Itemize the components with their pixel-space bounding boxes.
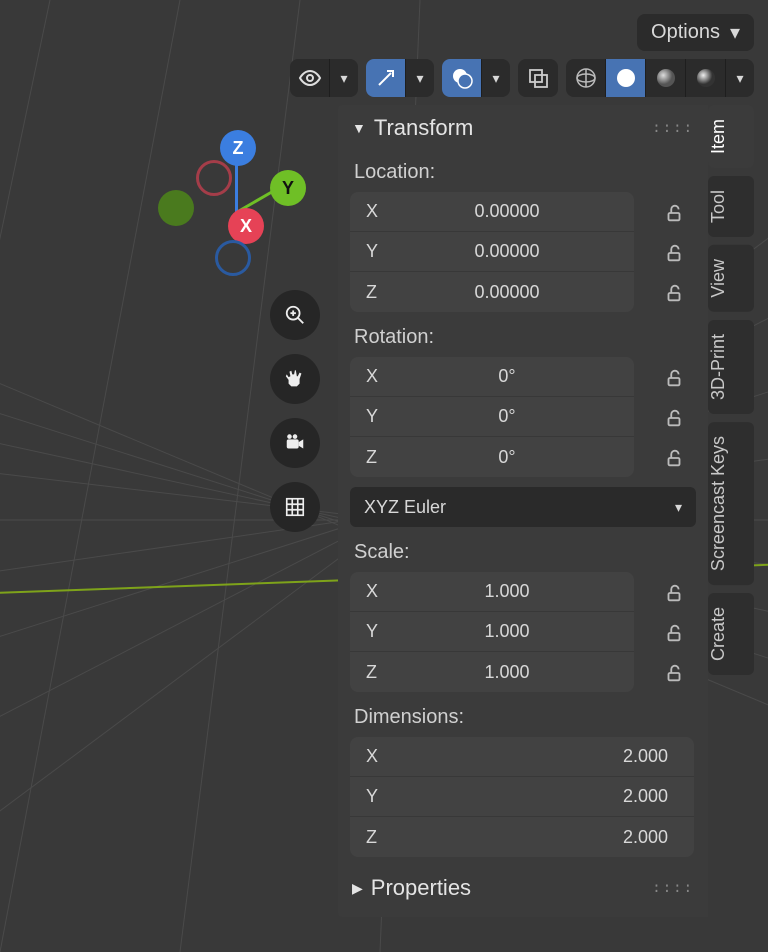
location-y-field[interactable]: Y 0.00000 [350, 232, 634, 272]
lock-location-z[interactable] [654, 273, 694, 313]
rotation-label: Rotation: [338, 316, 708, 357]
gizmo-chevron[interactable] [406, 59, 434, 97]
xray-toggle[interactable] [518, 59, 558, 97]
dimensions-x-field[interactable]: X 2.000 [350, 737, 694, 777]
disclosure-triangle-icon: ▶ [352, 880, 363, 897]
axis-neg-y[interactable] [158, 190, 194, 226]
lock-rotation-z[interactable] [654, 438, 694, 478]
grip-icon[interactable]: :::: [652, 880, 694, 896]
shading-rendered[interactable] [686, 59, 726, 97]
lock-location-y[interactable] [654, 233, 694, 273]
viewport-header: Options [290, 14, 754, 97]
n-panel-tabs: Item Tool View 3D-Print Screencast Keys … [708, 105, 754, 675]
properties-title: Properties [371, 875, 471, 901]
shading-chevron[interactable] [726, 59, 754, 97]
lock-rotation-y[interactable] [654, 398, 694, 438]
tab-tool[interactable]: Tool [708, 176, 754, 237]
rotation-y-field[interactable]: Y 0° [350, 397, 634, 437]
rotation-x-field[interactable]: X 0° [350, 357, 634, 397]
scale-x-field[interactable]: X 1.000 [350, 572, 634, 612]
camera-icon[interactable] [270, 418, 320, 468]
options-label: Options [651, 21, 720, 44]
options-dropdown[interactable]: Options [637, 14, 754, 51]
location-label: Location: [338, 151, 708, 192]
chevron-down-icon [675, 499, 682, 516]
panel-title: Transform [374, 115, 473, 141]
axis-neg-x[interactable] [196, 160, 232, 196]
dimensions-label: Dimensions: [338, 696, 708, 737]
dimensions-z-field[interactable]: Z 2.000 [350, 817, 694, 857]
zoom-icon[interactable] [270, 290, 320, 340]
chevron-down-icon [730, 20, 740, 45]
tab-item[interactable]: Item [708, 105, 754, 168]
scale-z-field[interactable]: Z 1.000 [350, 652, 634, 692]
properties-panel-header[interactable]: ▶ Properties :::: [338, 865, 708, 911]
lock-location-x[interactable] [654, 193, 694, 233]
viewport-controls [270, 290, 320, 532]
disclosure-triangle-icon: ▼ [352, 120, 366, 136]
rotation-z-field[interactable]: Z 0° [350, 437, 634, 477]
visibility-chevron[interactable] [330, 59, 358, 97]
gizmo-toggle[interactable] [366, 59, 406, 97]
shading-material[interactable] [646, 59, 686, 97]
lock-scale-y[interactable] [654, 613, 694, 653]
overlays-chevron[interactable] [482, 59, 510, 97]
axis-y[interactable]: Y [270, 170, 306, 206]
rotation-mode-value: XYZ Euler [364, 497, 446, 518]
lock-scale-z[interactable] [654, 653, 694, 693]
visibility-dropdown[interactable] [290, 59, 330, 97]
n-panel: ▼ Transform :::: Location: X 0.00000 Y 0… [338, 105, 708, 917]
overlays-toggle[interactable] [442, 59, 482, 97]
lock-scale-x[interactable] [654, 573, 694, 613]
tab-view[interactable]: View [708, 245, 754, 312]
transform-panel-header[interactable]: ▼ Transform :::: [338, 105, 708, 151]
pan-icon[interactable] [270, 354, 320, 404]
navigation-gizmo[interactable]: Z Y X [140, 130, 310, 290]
tab-3d-print[interactable]: 3D-Print [708, 320, 754, 414]
axis-neg-z[interactable] [215, 240, 251, 276]
tab-create[interactable]: Create [708, 593, 754, 675]
location-z-field[interactable]: Z 0.00000 [350, 272, 634, 312]
perspective-icon[interactable] [270, 482, 320, 532]
dimensions-y-field[interactable]: Y 2.000 [350, 777, 694, 817]
axis-x[interactable]: X [228, 208, 264, 244]
tab-screencast-keys[interactable]: Screencast Keys [708, 422, 754, 585]
axis-z[interactable]: Z [220, 130, 256, 166]
location-x-field[interactable]: X 0.00000 [350, 192, 634, 232]
shading-wireframe[interactable] [566, 59, 606, 97]
rotation-mode-dropdown[interactable]: XYZ Euler [350, 487, 696, 527]
shading-solid[interactable] [606, 59, 646, 97]
grip-icon[interactable]: :::: [652, 120, 694, 136]
scale-y-field[interactable]: Y 1.000 [350, 612, 634, 652]
scale-label: Scale: [338, 531, 708, 572]
lock-rotation-x[interactable] [654, 358, 694, 398]
